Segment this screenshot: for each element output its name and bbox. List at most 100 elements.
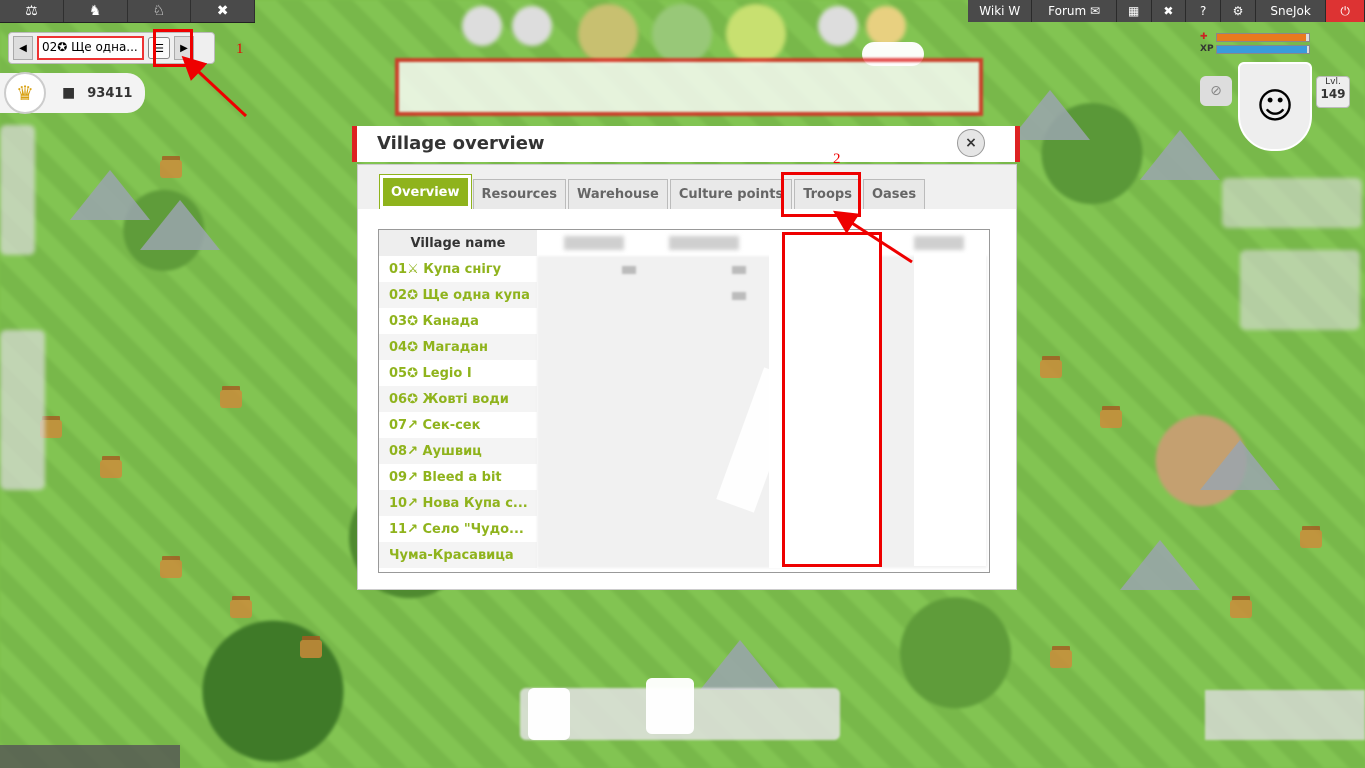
main-nav: ⚖ ♞ ♘ ✖ xyxy=(0,0,255,23)
tab-warehouse[interactable]: Warehouse xyxy=(567,179,668,209)
village-row-link[interactable]: 06✪ Жовті води xyxy=(379,386,537,412)
mountain xyxy=(1010,90,1090,140)
knight-icon[interactable]: ♘ xyxy=(128,0,192,22)
view-button-resources[interactable] xyxy=(578,4,638,64)
village-row-link[interactable]: 11↗ Село "Чудо... xyxy=(379,516,537,542)
mountain xyxy=(140,200,220,250)
village-row-link[interactable]: 02✪ Ще одна купа xyxy=(379,282,537,308)
mountain xyxy=(700,640,780,690)
tab-resources[interactable]: Resources xyxy=(472,179,566,209)
hero-bars: ✚ XP xyxy=(1200,32,1310,56)
building-slot[interactable] xyxy=(512,6,552,46)
mountain xyxy=(1120,540,1200,590)
stock-bar xyxy=(395,58,983,116)
side-menu-blur xyxy=(0,330,45,490)
crown-icon[interactable]: ♛ xyxy=(4,72,46,114)
village-marker[interactable] xyxy=(220,390,242,408)
scribble xyxy=(528,688,570,740)
level-badge: Lvl. 149 xyxy=(1316,76,1350,108)
calendar-icon[interactable]: ▦ xyxy=(1117,0,1152,22)
tab-culture-points[interactable]: Culture points xyxy=(669,179,793,209)
logout-icon[interactable]: ⏻ xyxy=(1326,0,1365,22)
dialog-header: Village overview × xyxy=(352,126,1020,162)
village-table: Village name 01⚔ Купа снігу 02✪ Ще одна к… xyxy=(378,229,990,573)
xp-bar xyxy=(1216,44,1310,54)
column-header-blurred xyxy=(669,236,739,250)
overview-panel: Village name 01⚔ Купа снігу 02✪ Ще одна к… xyxy=(358,209,1016,589)
village-row-link[interactable]: 07↗ Сек-сек xyxy=(379,412,537,438)
xp-label: XP xyxy=(1200,44,1214,54)
tools-icon[interactable]: ✖ xyxy=(191,0,255,22)
treasure-value: 93411 xyxy=(87,85,133,101)
column-header-blurred xyxy=(564,236,624,250)
wiki-link[interactable]: Wiki W xyxy=(968,0,1033,22)
chat-bar[interactable] xyxy=(0,745,180,768)
hide-icon[interactable]: ⊘ xyxy=(1200,76,1232,106)
village-row-link[interactable]: 05✪ Legio I xyxy=(379,360,537,386)
village-rows: 01⚔ Купа снігу 02✪ Ще одна купа 03✪ Канада… xyxy=(379,256,537,568)
scribble xyxy=(646,678,694,734)
village-marker[interactable] xyxy=(1300,530,1322,548)
village-marker[interactable] xyxy=(1050,650,1072,668)
side-menu-blur xyxy=(0,125,35,255)
top-right-nav: Wiki W Forum ✉ ▦ ✖ ? ⚙ SneJok ⏻ xyxy=(968,0,1365,22)
village-marker[interactable] xyxy=(230,600,252,618)
hero-avatar[interactable]: ☺ xyxy=(1238,62,1312,151)
health-bar xyxy=(1216,32,1310,42)
village-row-link[interactable]: 08↗ Аушвиц xyxy=(379,438,537,464)
annotation-number-1: 1 xyxy=(236,41,244,57)
balance-icon[interactable]: ⚖ xyxy=(0,0,64,22)
tab-oases[interactable]: Oases xyxy=(862,179,926,209)
forum-label: Forum xyxy=(1048,4,1087,18)
settings-icon[interactable]: ⚙ xyxy=(1221,0,1256,22)
mute-icon[interactable]: ✖ xyxy=(1152,0,1187,22)
help-icon[interactable]: ? xyxy=(1186,0,1222,22)
village-marker[interactable] xyxy=(100,460,122,478)
dialog-title: Village overview xyxy=(377,133,545,154)
building-slot[interactable] xyxy=(866,6,906,46)
building-slot[interactable] xyxy=(818,6,858,46)
village-row-link[interactable]: 10↗ Нова Купа с... xyxy=(379,490,537,516)
mountain xyxy=(1140,130,1220,180)
village-marker[interactable] xyxy=(1040,360,1062,378)
village-marker[interactable] xyxy=(160,560,182,578)
building-slot[interactable] xyxy=(462,6,502,46)
forum-icon: ✉ xyxy=(1090,4,1101,18)
level-label: Lvl. xyxy=(1325,77,1341,87)
prev-village-button[interactable]: ◀ xyxy=(13,36,33,60)
health-label: ✚ xyxy=(1200,32,1208,42)
side-panel-blur xyxy=(1222,178,1362,228)
village-marker[interactable] xyxy=(1100,410,1122,428)
horse-icon[interactable]: ♞ xyxy=(64,0,128,22)
user-profile-link[interactable]: SneJok xyxy=(1256,0,1327,22)
village-marker[interactable] xyxy=(160,160,182,178)
annotation-box-3 xyxy=(782,232,882,567)
wiki-label: Wiki xyxy=(979,4,1005,18)
annotation-box-1 xyxy=(153,29,193,67)
current-village-label[interactable]: 02✪ Ще одна... xyxy=(37,36,144,60)
tab-overview[interactable]: Overview xyxy=(379,174,472,210)
village-row-link[interactable]: 09↗ Bleed a bit xyxy=(379,464,537,490)
side-panel-blur xyxy=(1240,250,1360,330)
annotation-number-2: 2 xyxy=(833,151,841,167)
view-button-village[interactable] xyxy=(652,4,712,64)
close-icon[interactable]: × xyxy=(957,129,985,157)
treasure-icon: ■ xyxy=(62,85,76,101)
level-value: 149 xyxy=(1320,87,1346,101)
scribble xyxy=(914,254,986,566)
village-row-link[interactable]: 04✪ Магадан xyxy=(379,334,537,360)
village-row-link[interactable]: 01⚔ Купа снігу xyxy=(379,256,537,282)
mountain xyxy=(70,170,150,220)
village-row-link[interactable]: 03✪ Канада xyxy=(379,308,537,334)
village-overview-dialog: Overview Resources Warehouse Culture poi… xyxy=(357,164,1017,590)
village-row-link[interactable]: Чума-Красавица xyxy=(379,542,537,568)
resource-bar: ♛ ■ 93411 xyxy=(0,72,145,114)
column-header-village-name[interactable]: Village name xyxy=(379,230,537,256)
mountain xyxy=(1200,440,1280,490)
village-marker[interactable] xyxy=(1230,600,1252,618)
view-button-map[interactable] xyxy=(726,4,786,64)
annotation-box-2 xyxy=(781,172,861,217)
forum-link[interactable]: Forum ✉ xyxy=(1032,0,1117,22)
village-marker[interactable] xyxy=(300,640,322,658)
wiki-icon: W xyxy=(1008,4,1021,18)
